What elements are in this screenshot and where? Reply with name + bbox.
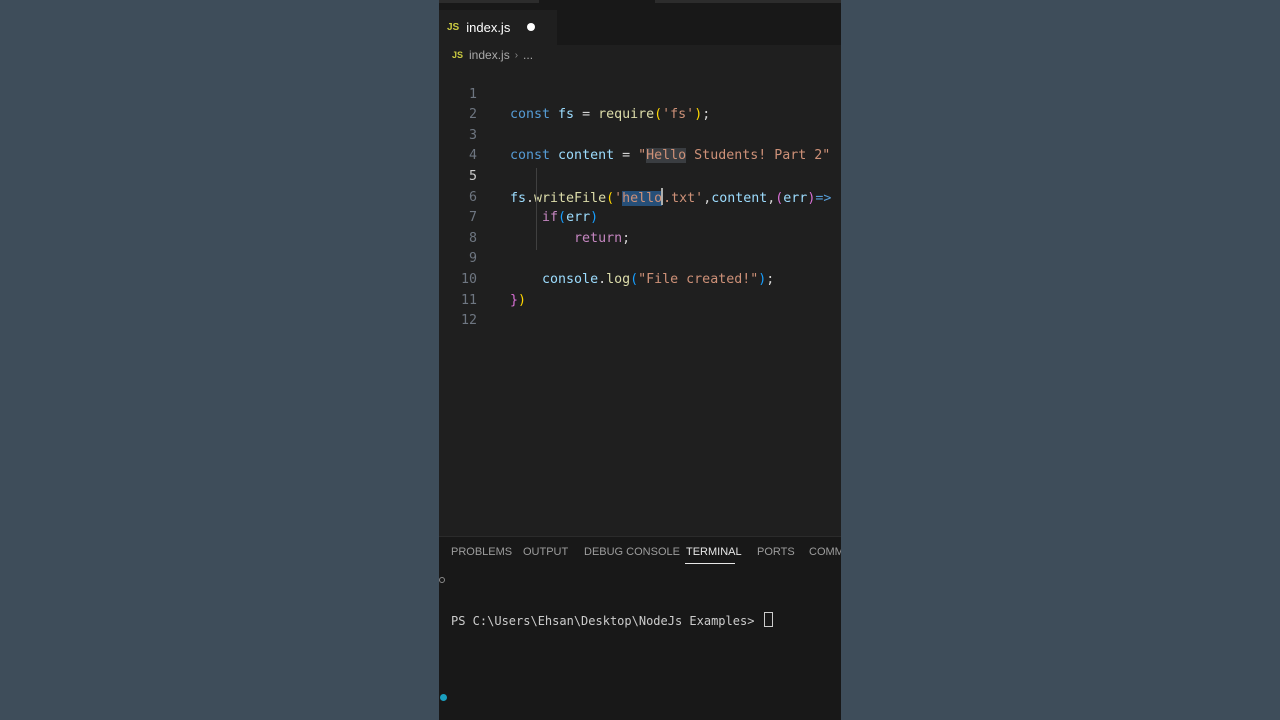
bottom-panel: PROBLEMS OUTPUT DEBUG CONSOLE TERMINAL P… [439, 536, 841, 720]
code-line[interactable]: 3 const content = "Hello Students! Part … [439, 105, 841, 164]
tab-problems[interactable]: PROBLEMS [451, 546, 512, 558]
tab-label: index.js [466, 20, 511, 35]
code-line[interactable]: 11 [439, 270, 841, 308]
code-line[interactable]: 12 [439, 291, 841, 328]
chevron-right-icon: › [514, 49, 519, 61]
code-line[interactable]: 7 return; [439, 188, 841, 246]
terminal-prompt: PS C:\Users\Ehsan\Desktop\NodeJs Example… [451, 614, 762, 628]
tab-terminal[interactable]: TERMINAL [686, 546, 742, 558]
code-line[interactable]: 1 const fs = require('fs'); [439, 64, 841, 123]
code-line[interactable]: 6 if(err) [439, 167, 841, 226]
code-line[interactable]: 8 [439, 208, 841, 246]
javascript-file-icon: JS [447, 22, 460, 33]
title-strip-segment [655, 0, 841, 3]
breadcrumb-symbols[interactable]: ... [523, 48, 533, 62]
video-background-left [0, 0, 439, 720]
line-number: 12 [460, 313, 477, 329]
active-tab-indicator [685, 563, 735, 564]
indent-guide [536, 168, 537, 250]
code-line[interactable]: 4 [439, 126, 841, 163]
breadcrumb-file[interactable]: index.js [469, 48, 510, 62]
tab-debug-console[interactable]: DEBUG CONSOLE [584, 546, 680, 558]
editor-tab-bar: JS index.js [439, 10, 841, 45]
code-line[interactable]: 2 [439, 85, 841, 122]
video-background-right [841, 0, 1280, 720]
terminal-status-dot-icon [440, 694, 447, 701]
unsaved-changes-dot-icon[interactable] [527, 23, 535, 31]
tab-comments[interactable]: COMM [809, 546, 841, 558]
javascript-file-icon: JS [452, 50, 464, 60]
tab-output[interactable]: OUTPUT [523, 546, 568, 558]
code-line[interactable]: 10 }) [439, 249, 841, 308]
breadcrumb: JS index.js › ... [439, 45, 841, 65]
terminal-prompt-line[interactable]: PS C:\Users\Ehsan\Desktop\NodeJs Example… [439, 571, 841, 628]
terminal-cursor [763, 612, 773, 627]
tab-ports[interactable]: PORTS [757, 546, 795, 558]
title-strip [439, 0, 841, 10]
command-decoration-icon[interactable] [439, 577, 445, 583]
code-line[interactable]: 9 console.log("File created!"); [439, 229, 841, 287]
title-strip-segment [439, 0, 539, 3]
panel-tab-bar: PROBLEMS OUTPUT DEBUG CONSOLE TERMINAL P… [439, 537, 841, 567]
code-line[interactable]: 5 fs.writeFile('hello.txt',content,(err)… [439, 146, 841, 206]
tab-index-js[interactable]: JS index.js [439, 10, 557, 45]
editor-window: JS index.js JS index.js › ... 1 const fs… [439, 0, 841, 720]
code-editor[interactable]: 1 const fs = require('fs'); 2 3 const co… [439, 64, 841, 329]
